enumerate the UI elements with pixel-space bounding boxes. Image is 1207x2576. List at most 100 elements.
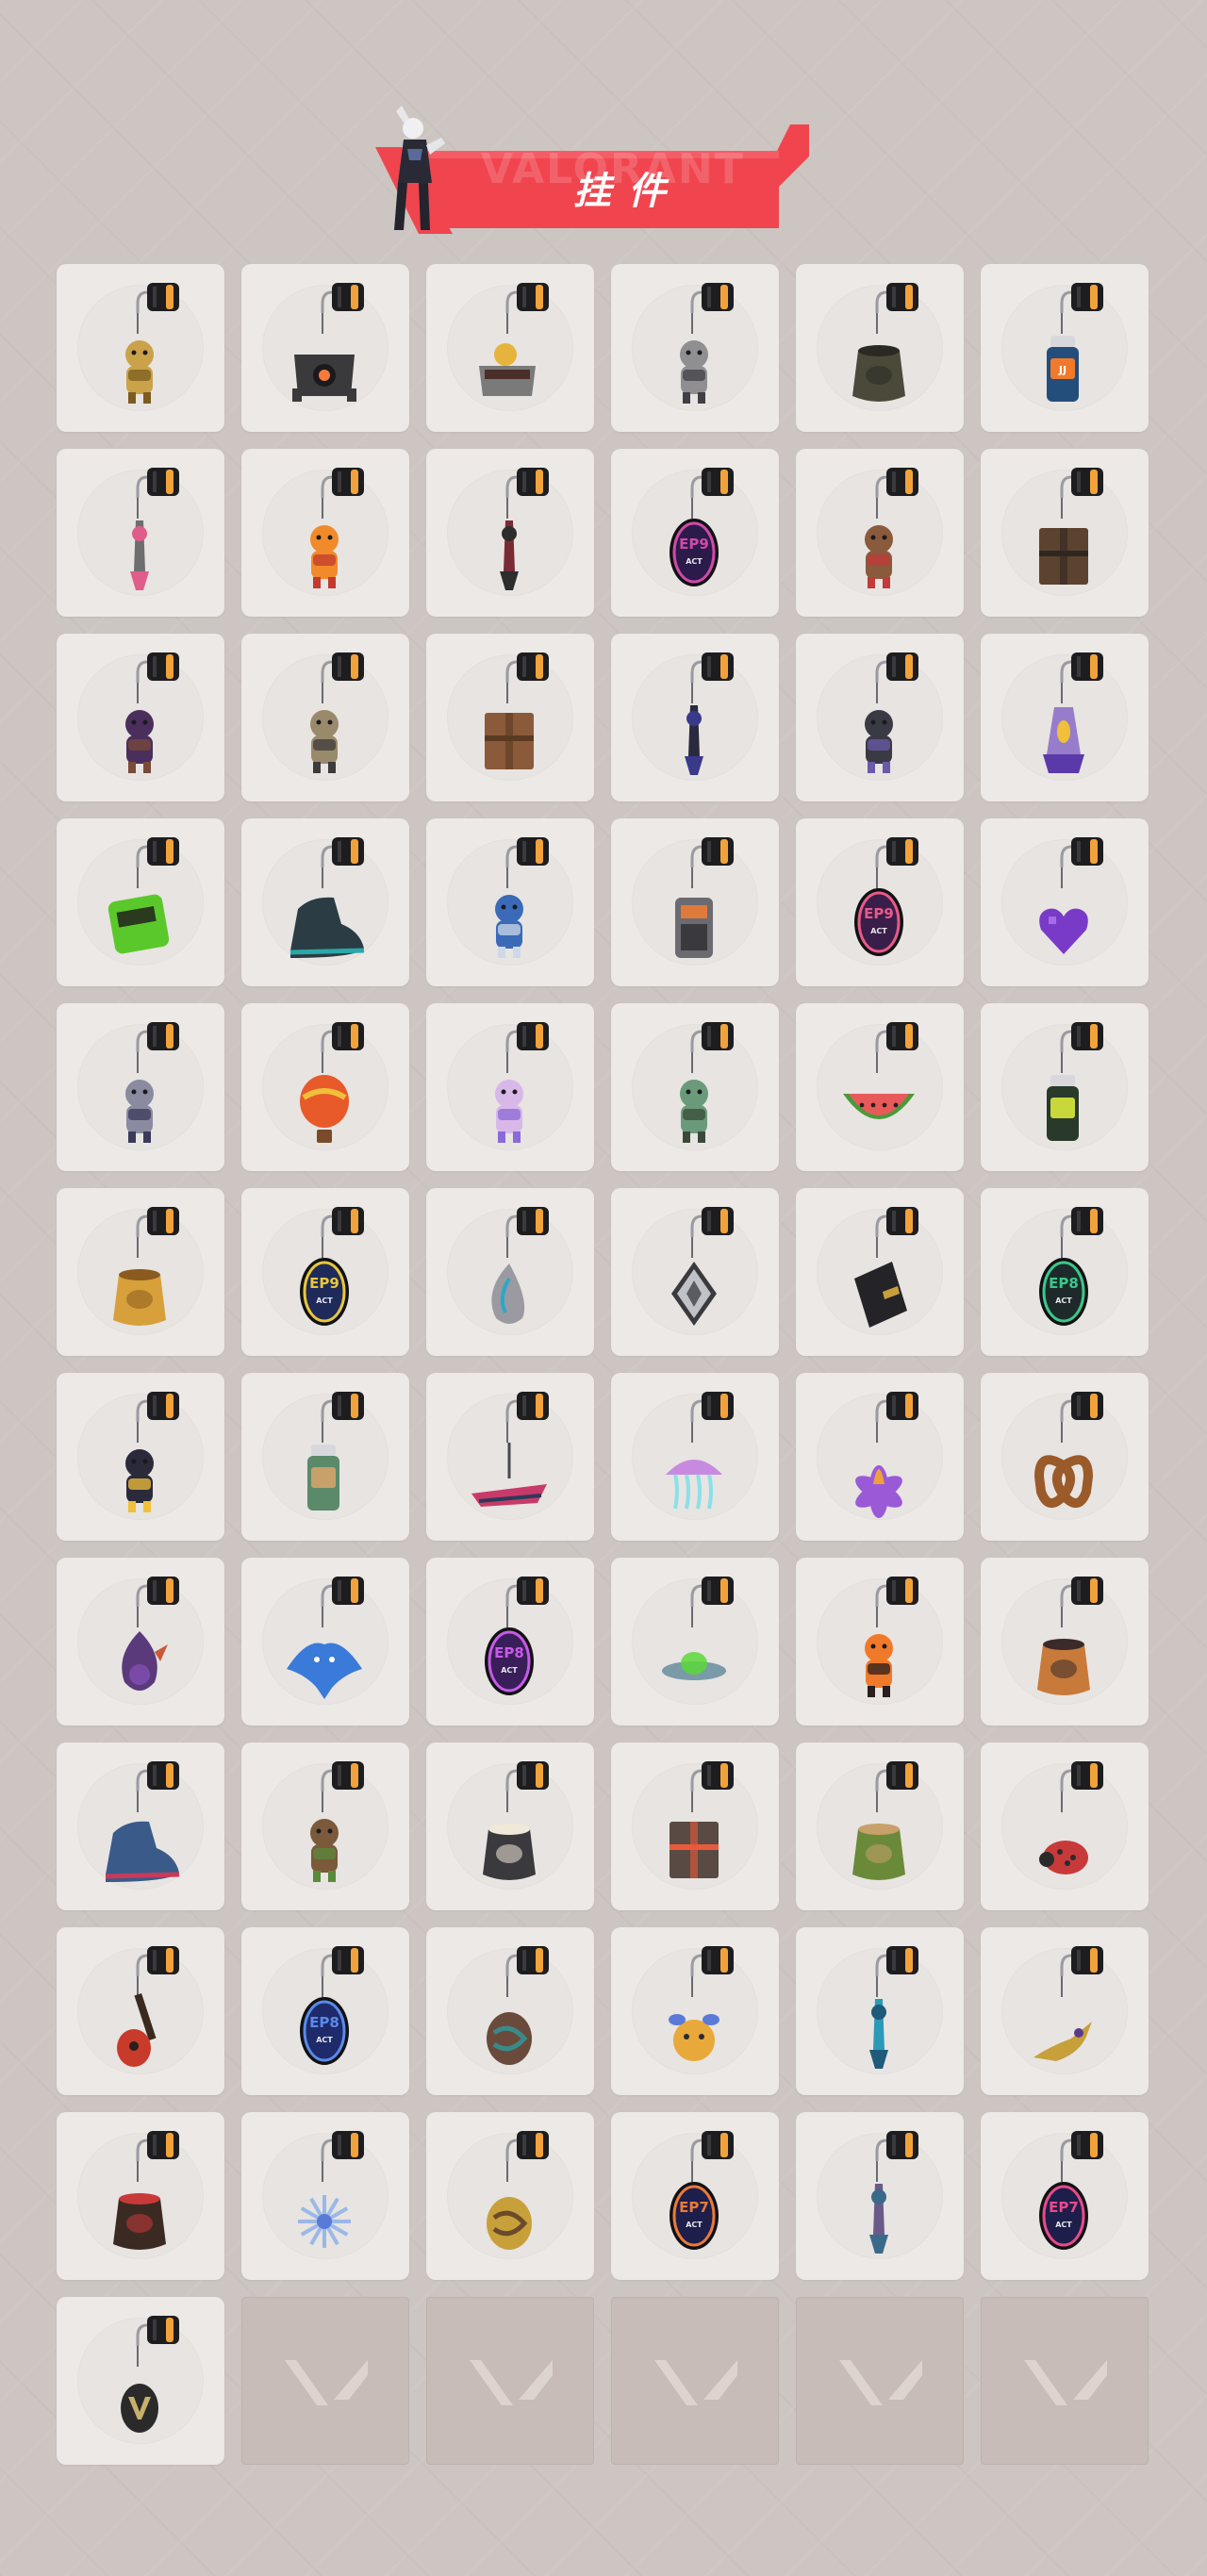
buddy-tile[interactable]: EP9 ACT — [611, 449, 779, 617]
buddy-grid: JJ EP9 ACT EP9 ACT EP9 ACT EP8 ACT EP8 ACT EP8 ACT EP… — [57, 264, 1149, 2465]
buddy-tile[interactable] — [611, 1373, 779, 1541]
buddy-tile[interactable] — [611, 1927, 779, 2095]
buddy-tile[interactable] — [426, 1927, 594, 2095]
buddy-tile[interactable] — [426, 1003, 594, 1171]
buddy-tile[interactable] — [241, 2112, 409, 2280]
badge-episode-label: EP8 — [494, 1644, 524, 1661]
charm-body: EP7 ACT — [1039, 2161, 1088, 2250]
gun-buddy-clip — [690, 283, 734, 313]
buddy-tile[interactable] — [57, 264, 224, 432]
buddy-tile[interactable]: EP7 ACT — [981, 2112, 1149, 2280]
buddy-tile[interactable] — [241, 1003, 409, 1171]
gun-buddy-clip — [136, 283, 179, 313]
buddy-tile[interactable]: EP7 ACT — [611, 2112, 779, 2280]
buddy-tile[interactable] — [241, 1558, 409, 1726]
buddy-tile[interactable]: EP8 ACT — [981, 1188, 1149, 1356]
buddy-tile[interactable] — [796, 634, 964, 801]
buddy-tile[interactable] — [57, 1742, 224, 1910]
badge-episode-label: EP8 — [1049, 1275, 1079, 1292]
charm-body — [117, 1976, 157, 2067]
buddy-tile[interactable] — [611, 1742, 779, 1910]
buddy-tile[interactable] — [426, 634, 594, 801]
buddy-tile[interactable] — [981, 634, 1149, 801]
masked-agent-figurine-charm-icon — [310, 652, 364, 773]
buddy-tile[interactable] — [981, 1373, 1149, 1541]
empty-slot — [981, 2297, 1149, 2465]
buddy-tile[interactable] — [796, 449, 964, 617]
buddy-tile[interactable] — [796, 264, 964, 432]
buddy-tile[interactable] — [611, 1188, 779, 1356]
gun-buddy-clip — [1060, 468, 1103, 498]
charm-body — [289, 867, 365, 958]
teddy-bear-bell-charm-icon — [865, 468, 918, 588]
buddy-tile[interactable] — [241, 449, 409, 617]
buddy-tile[interactable] — [57, 1927, 224, 2095]
buddy-tile[interactable] — [981, 818, 1149, 986]
buddy-tile[interactable] — [57, 449, 224, 617]
buddy-tile[interactable] — [426, 264, 594, 432]
pixel-agent-charm-icon — [125, 1022, 179, 1143]
buddy-tile[interactable] — [611, 1003, 779, 1171]
buddy-tile[interactable]: EP9 ACT — [796, 818, 964, 986]
charm-body — [471, 1422, 547, 1507]
buddy-tile[interactable]: EP9 ACT — [241, 1188, 409, 1356]
gun-buddy-clip — [136, 1761, 179, 1792]
buddy-tile[interactable] — [57, 818, 224, 986]
buddy-tile[interactable] — [796, 1188, 964, 1356]
lava-lamp-charm-icon — [1043, 652, 1103, 773]
swirl-medallion-charm-icon — [487, 1946, 549, 2065]
paracord-charm-icon — [500, 468, 549, 590]
buddy-tile[interactable] — [426, 1742, 594, 1910]
pager-charm-icon — [107, 837, 179, 954]
buddy-tile[interactable]: EP8 ACT — [426, 1558, 594, 1726]
buddy-tile[interactable] — [981, 1003, 1149, 1171]
buddy-tile[interactable] — [241, 264, 409, 432]
buddy-tile[interactable] — [241, 1373, 409, 1541]
buddy-tile[interactable] — [981, 1742, 1149, 1910]
buddy-tile[interactable] — [241, 818, 409, 986]
buddy-tile[interactable] — [611, 1558, 779, 1726]
gun-buddy-clip — [136, 1022, 179, 1052]
buddy-tile[interactable] — [57, 1373, 224, 1541]
gun-buddy-clip — [1060, 1577, 1103, 1607]
buddy-tile[interactable] — [426, 1188, 594, 1356]
buddy-tile[interactable] — [57, 1003, 224, 1171]
buddy-tile[interactable]: EP8 ACT — [241, 1927, 409, 2095]
gun-buddy-clip — [690, 1022, 734, 1052]
buddy-tile[interactable] — [796, 1927, 964, 2095]
buddy-tile[interactable] — [611, 634, 779, 801]
gun-buddy-clip — [321, 1946, 364, 1976]
buddy-tile[interactable] — [426, 2112, 594, 2280]
tassel-mask-charm-icon — [685, 652, 734, 775]
buddy-tile[interactable] — [981, 449, 1149, 617]
badge-episode-label: EP7 — [679, 2199, 709, 2216]
buddy-tile[interactable] — [796, 2112, 964, 2280]
buddy-tile[interactable] — [981, 1558, 1149, 1726]
valorant-logo-icon — [1024, 2360, 1107, 2405]
buddy-tile[interactable] — [611, 818, 779, 986]
buddy-tile[interactable] — [57, 634, 224, 801]
charm-body — [495, 867, 523, 958]
buddy-tile[interactable] — [796, 1373, 964, 1541]
buddy-tile[interactable] — [426, 1373, 594, 1541]
buddy-tile[interactable] — [241, 1742, 409, 1910]
astronaut-charm-icon — [495, 837, 549, 958]
wooden-crate-charm-icon — [485, 652, 549, 769]
charm-body — [479, 313, 536, 396]
buddy-tile[interactable] — [57, 2297, 224, 2465]
buddy-tile[interactable] — [426, 818, 594, 986]
buddy-tile[interactable] — [796, 1003, 964, 1171]
buddy-tile[interactable] — [796, 1558, 964, 1726]
buddy-tile[interactable] — [611, 264, 779, 432]
gun-buddy-clip — [875, 1022, 918, 1052]
buddy-tile[interactable] — [241, 634, 409, 801]
buddy-tile[interactable] — [57, 2112, 224, 2280]
buddy-tile[interactable] — [57, 1558, 224, 1726]
charm-body: EP9 ACT — [670, 498, 719, 586]
buddy-tile[interactable] — [57, 1188, 224, 1356]
charm-body — [669, 1976, 719, 2061]
buddy-tile[interactable] — [796, 1742, 964, 1910]
buddy-tile[interactable] — [981, 1927, 1149, 2095]
buddy-tile[interactable] — [426, 449, 594, 617]
buddy-tile[interactable]: JJ — [981, 264, 1149, 432]
